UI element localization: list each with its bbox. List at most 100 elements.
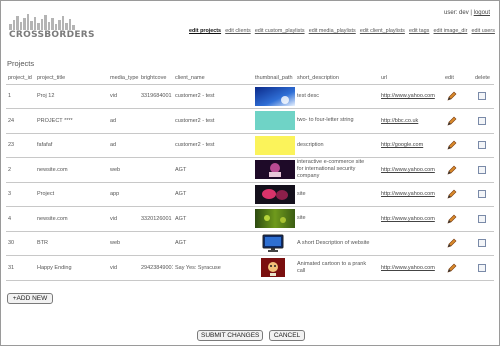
- cell-client-name: customer2 - test: [173, 108, 253, 133]
- table-row: 24 PROJECT **** ad customer2 - test two-…: [6, 108, 494, 133]
- pencil-edit-icon[interactable]: [447, 263, 457, 273]
- table-row: 4 newsite.com vid 3320126001 AGT site ht…: [6, 206, 494, 231]
- cell-thumbnail: [253, 230, 295, 256]
- add-new-button[interactable]: +ADD NEW: [7, 293, 53, 304]
- cell-brightcove: 3320126001: [139, 206, 173, 231]
- cell-thumbnail: [253, 132, 295, 158]
- cell-project-id: 1: [6, 83, 35, 109]
- cell-project-id: 2: [6, 157, 35, 182]
- cell-url-link[interactable]: http://google.com: [381, 142, 423, 148]
- col-client-name: client_name: [175, 74, 205, 81]
- thumbnail-image: [255, 86, 295, 106]
- delete-checkbox[interactable]: [478, 214, 486, 223]
- col-edit: edit: [445, 74, 454, 81]
- delete-checkbox[interactable]: [478, 239, 486, 248]
- user-label: user: dev: [444, 10, 469, 16]
- cell-url-link[interactable]: http://www.yahoo.com: [381, 265, 435, 271]
- cell-media-type: vid: [108, 255, 139, 281]
- cell-project-title: fafafaf: [35, 132, 108, 158]
- col-url: url: [381, 74, 388, 81]
- pencil-edit-icon[interactable]: [447, 116, 457, 126]
- cell-brightcove: [139, 132, 173, 158]
- cell-short-description: Animated cartoon to a prank call: [295, 255, 372, 281]
- pencil-edit-icon[interactable]: [447, 91, 457, 101]
- cell-url-link[interactable]: http://www.yahoo.com: [381, 216, 435, 222]
- cell-media-type: web: [108, 230, 139, 256]
- col-media-type: media_type: [110, 74, 139, 81]
- cell-thumbnail: [253, 108, 295, 133]
- cell-client-name: AGT: [173, 230, 253, 256]
- admin-nav: edit projects edit clients edit custom_p…: [189, 28, 495, 34]
- cell-client-name: AGT: [173, 157, 253, 182]
- cell-url-link[interactable]: http://www.yahoo.com: [381, 167, 435, 173]
- table-row: 1 Proj 12 vid 3319684001 customer2 - tes…: [6, 83, 494, 109]
- pencil-edit-icon[interactable]: [447, 189, 457, 199]
- pencil-edit-icon[interactable]: [447, 165, 457, 175]
- table-header-row: project_id project_title media_type brig…: [6, 72, 494, 84]
- cell-url-link[interactable]: http://www.yahoo.com: [381, 191, 435, 197]
- page-frame: CROSSBORDERS user: dev | logout edit pro…: [0, 0, 500, 346]
- col-delete: delete: [475, 74, 490, 81]
- cell-url-link[interactable]: http://www.yahoo.com: [381, 93, 435, 99]
- projects-table: project_id project_title media_type brig…: [6, 72, 494, 281]
- cell-brightcove: 3319684001: [139, 83, 173, 109]
- cell-project-title: Proj 12: [35, 83, 108, 109]
- table-row: 30 BTR web AGT A short Description of we…: [6, 230, 494, 256]
- cell-short-description: description: [295, 132, 372, 158]
- nav-edit-media-playlists[interactable]: edit media_playlists: [309, 28, 356, 34]
- cell-short-description: A short Description of website: [295, 230, 372, 256]
- cell-client-name: customer2 - test: [173, 83, 253, 109]
- col-thumbnail-path: thumbnail_path: [255, 74, 293, 81]
- cell-media-type: vid: [108, 206, 139, 231]
- nav-edit-tags[interactable]: edit tags: [409, 28, 429, 34]
- cell-project-title: BTR: [35, 230, 108, 256]
- cell-url-link[interactable]: http://bbc.co.uk: [381, 118, 418, 124]
- table-row: 23 fafafaf ad customer2 - test descripti…: [6, 132, 494, 158]
- logout-link[interactable]: logout: [474, 10, 490, 16]
- delete-checkbox[interactable]: [478, 141, 486, 150]
- cell-media-type: vid: [108, 83, 139, 109]
- delete-checkbox[interactable]: [478, 190, 486, 199]
- page-title: Projects: [7, 59, 35, 68]
- cell-project-id: 23: [6, 132, 35, 158]
- cell-media-type: web: [108, 157, 139, 182]
- cell-media-type: ad: [108, 132, 139, 158]
- pencil-edit-icon[interactable]: [447, 140, 457, 150]
- cell-project-id: 24: [6, 108, 35, 133]
- cell-project-id: 31: [6, 255, 35, 281]
- col-project-id: project_id: [8, 74, 32, 81]
- cell-thumbnail: [253, 83, 295, 109]
- pencil-edit-icon[interactable]: [447, 238, 457, 248]
- nav-edit-image-dir[interactable]: edit image_dir: [434, 28, 468, 34]
- thumbnail-image: [255, 135, 295, 155]
- nav-edit-clients[interactable]: edit clients: [225, 28, 250, 34]
- nav-edit-users[interactable]: edit users: [472, 28, 495, 34]
- submit-changes-button[interactable]: SUBMIT CHANGES: [197, 330, 263, 341]
- delete-checkbox[interactable]: [478, 116, 486, 125]
- cell-short-description: two- to four-letter string: [295, 108, 372, 133]
- delete-checkbox[interactable]: [478, 92, 486, 101]
- thumbnail-image: [255, 160, 295, 180]
- monitor-thumbnail-icon: [262, 234, 284, 252]
- cell-project-id: 3: [6, 181, 35, 207]
- cell-brightcove: 29423849001: [139, 255, 173, 281]
- cell-thumbnail: [253, 181, 295, 207]
- delete-checkbox[interactable]: [478, 165, 486, 174]
- cell-brightcove: [139, 108, 173, 133]
- user-bar: user: dev | logout: [444, 10, 490, 16]
- cell-brightcove: [139, 230, 173, 256]
- delete-checkbox[interactable]: [478, 263, 486, 272]
- nav-edit-projects[interactable]: edit projects: [189, 28, 221, 34]
- nav-edit-custom-playlists[interactable]: edit custom_playlists: [255, 28, 305, 34]
- cell-short-description: test desc: [295, 83, 372, 109]
- thumbnail-image: [255, 209, 295, 229]
- cell-project-title: newsite.com: [35, 206, 108, 231]
- cell-project-title: newsite.com: [35, 157, 108, 182]
- cell-brightcove: [139, 157, 173, 182]
- pencil-edit-icon[interactable]: [447, 214, 457, 224]
- cancel-button[interactable]: CANCEL: [269, 330, 305, 341]
- cell-project-title: Project: [35, 181, 108, 207]
- cartoon-thumbnail-icon: [261, 258, 285, 278]
- col-project-title: project_title: [37, 74, 66, 81]
- nav-edit-client-playlists[interactable]: edit client_playlists: [360, 28, 405, 34]
